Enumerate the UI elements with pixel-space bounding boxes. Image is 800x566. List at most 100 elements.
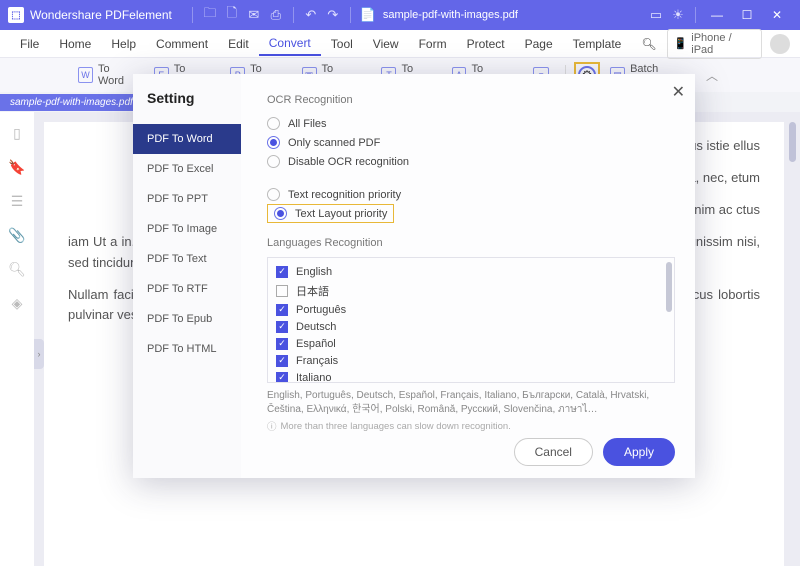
bookmark-icon[interactable]: 🔖 — [8, 158, 26, 176]
ocr-section-label: OCR Recognition — [267, 94, 675, 106]
menu-form[interactable]: Form — [409, 33, 457, 55]
separator — [695, 7, 696, 23]
checkbox-icon: ✓ — [276, 355, 288, 367]
menu-page[interactable]: Page — [515, 33, 563, 55]
lang-label: Español — [296, 338, 336, 350]
sidebar-item-pdf-to-ppt[interactable]: PDF To PPT — [133, 184, 241, 214]
checkbox-icon — [276, 285, 288, 297]
menu-help[interactable]: Help — [101, 33, 146, 55]
radio-icon — [267, 117, 280, 130]
menu-template[interactable]: Template — [563, 33, 632, 55]
scrollbar[interactable] — [666, 262, 672, 312]
info-icon: ⓘ — [267, 419, 277, 433]
print-icon[interactable]: ⎙ — [265, 4, 287, 26]
separator — [293, 7, 294, 23]
close-icon[interactable]: ✕ — [672, 82, 685, 102]
sidebar-item-pdf-to-excel[interactable]: PDF To Excel — [133, 154, 241, 184]
annotations-icon[interactable]: ☰ — [8, 192, 26, 210]
folder-icon[interactable]: 🗀 — [199, 4, 221, 26]
sidebar-item-pdf-to-word[interactable]: PDF To Word — [133, 124, 241, 154]
minimize-button[interactable]: ― — [702, 0, 732, 30]
checkbox-icon: ✓ — [276, 372, 288, 384]
close-button[interactable]: ✕ — [762, 0, 792, 30]
lang-label: Português — [296, 304, 346, 316]
radio-label: Text Layout priority — [295, 208, 387, 220]
checkbox-icon: ✓ — [276, 266, 288, 278]
lang-french[interactable]: ✓ Français — [276, 352, 666, 369]
mail-icon[interactable]: ✉ — [243, 4, 265, 26]
separator — [350, 7, 351, 23]
redo-icon[interactable]: ↷ — [322, 4, 344, 26]
tab-label: sample-pdf-with-images.pdf — [10, 97, 133, 108]
radio-label: Only scanned PDF — [288, 137, 380, 149]
priority-highlight: Text Layout priority — [267, 204, 394, 223]
lang-label: English — [296, 266, 332, 278]
radio-icon — [274, 207, 287, 220]
sidebar-item-pdf-to-image[interactable]: PDF To Image — [133, 214, 241, 244]
menu-view[interactable]: View — [363, 33, 409, 55]
sidebar-item-pdf-to-rtf[interactable]: PDF To RTF — [133, 274, 241, 304]
save-icon[interactable]: 🗋 — [221, 4, 243, 26]
radio-label: Text recognition priority — [288, 189, 401, 201]
lang-italian[interactable]: ✓ Italiano — [276, 369, 666, 383]
device-button[interactable]: 📱iPhone / iPad — [667, 29, 763, 59]
dialog-title: Setting — [133, 74, 241, 124]
checkbox-icon: ✓ — [276, 338, 288, 350]
lang-japanese[interactable]: 日本語 — [276, 280, 666, 301]
menu-edit[interactable]: Edit — [218, 33, 259, 55]
settings-dialog: Setting PDF To Word PDF To Excel PDF To … — [133, 74, 695, 478]
cancel-button[interactable]: Cancel — [514, 438, 593, 466]
titlebar: ⬚ Wondershare PDFelement 🗀 🗋 ✉ ⎙ ↶ ↷ 📄 s… — [0, 0, 800, 30]
window-icon[interactable]: ▭ — [645, 4, 667, 26]
document-tab[interactable]: sample-pdf-with-images.pdf — [0, 94, 155, 111]
collapse-ribbon-icon[interactable]: ︿ — [706, 67, 718, 84]
menu-home[interactable]: Home — [49, 33, 101, 55]
menu-tool[interactable]: Tool — [321, 33, 363, 55]
languages-warning: ⓘ More than three languages can slow down… — [267, 419, 675, 433]
menu-file[interactable]: File — [10, 33, 49, 55]
checkbox-icon: ✓ — [276, 304, 288, 316]
thumbnails-icon[interactable]: ▯ — [8, 124, 26, 142]
priority-option-text-recognition[interactable]: Text recognition priority — [267, 185, 675, 204]
ocr-option-only-scanned[interactable]: Only scanned PDF — [267, 133, 675, 152]
avatar[interactable] — [770, 34, 790, 54]
maximize-button[interactable]: ☐ — [732, 0, 762, 30]
lang-english[interactable]: ✓ English — [276, 263, 666, 280]
warning-text: More than three languages can slow down … — [281, 421, 511, 432]
apply-button[interactable]: Apply — [603, 438, 675, 466]
menu-comment[interactable]: Comment — [146, 33, 218, 55]
search-panel-icon[interactable]: 🔍︎ — [8, 260, 26, 278]
lang-label: Français — [296, 355, 338, 367]
ocr-option-disable[interactable]: Disable OCR recognition — [267, 152, 675, 171]
attachments-icon[interactable]: 📎 — [8, 226, 26, 244]
undo-icon[interactable]: ↶ — [300, 4, 322, 26]
dialog-sidebar: Setting PDF To Word PDF To Excel PDF To … — [133, 74, 241, 478]
lang-german[interactable]: ✓ Deutsch — [276, 318, 666, 335]
lang-label: 日本語 — [296, 283, 329, 299]
lang-label: Italiano — [296, 372, 331, 384]
radio-label: All Files — [288, 118, 327, 130]
layers-icon[interactable]: ◈ — [8, 294, 26, 312]
scrollbar[interactable] — [789, 122, 796, 162]
sidebar-item-pdf-to-html[interactable]: PDF To HTML — [133, 334, 241, 364]
app-logo: ⬚ — [8, 7, 24, 23]
theme-icon[interactable]: ☀ — [667, 4, 689, 26]
ocr-option-all-files[interactable]: All Files — [267, 114, 675, 133]
checkbox-icon: ✓ — [276, 321, 288, 333]
lang-portuguese[interactable]: ✓ Português — [276, 301, 666, 318]
priority-option-text-layout[interactable]: Text Layout priority — [274, 207, 387, 220]
menu-convert[interactable]: Convert — [259, 32, 321, 56]
radio-label: Disable OCR recognition — [288, 156, 409, 168]
dialog-main: ✕ OCR Recognition All Files Only scanned… — [241, 74, 695, 478]
menubar: File Home Help Comment Edit Convert Tool… — [0, 30, 800, 58]
panel-handle[interactable]: › — [34, 339, 44, 369]
file-name: sample-pdf-with-images.pdf — [383, 9, 518, 21]
search-icon[interactable]: 🔍︎ — [631, 33, 666, 55]
lang-spanish[interactable]: ✓ Español — [276, 335, 666, 352]
sidebar-item-pdf-to-text[interactable]: PDF To Text — [133, 244, 241, 274]
sidebar-item-pdf-to-epub[interactable]: PDF To Epub — [133, 304, 241, 334]
lang-label: Deutsch — [296, 321, 336, 333]
languages-list: ✓ English 日本語 ✓ Português ✓ Deutsch ✓ Españo… — [267, 257, 675, 383]
menu-protect[interactable]: Protect — [457, 33, 515, 55]
phone-icon: 📱 — [674, 37, 688, 50]
